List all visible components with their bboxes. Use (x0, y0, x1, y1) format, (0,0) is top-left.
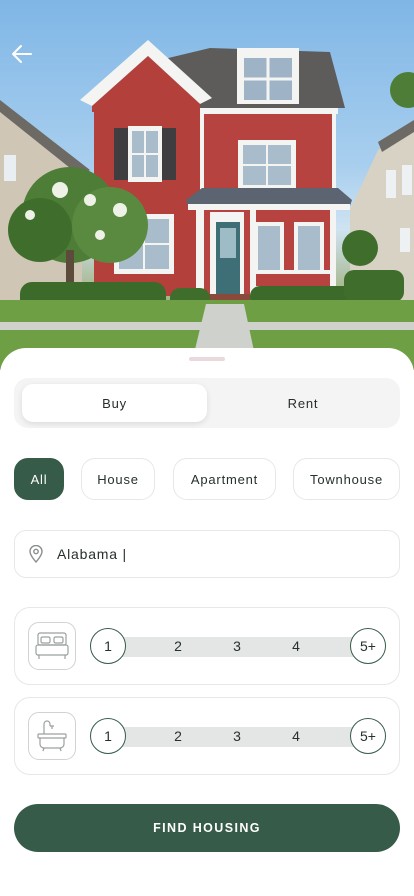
property-type-chips: All House Apartment Townhouse (0, 458, 414, 500)
find-housing-button[interactable]: FIND HOUSING (14, 804, 400, 852)
bed-icon (28, 622, 76, 670)
bathrooms-option-3[interactable]: 3 (219, 718, 255, 754)
back-button[interactable] (10, 42, 38, 70)
bathtub-icon (28, 712, 76, 760)
tab-rent[interactable]: Rent (210, 384, 396, 422)
bedrooms-option-3[interactable]: 3 (219, 628, 255, 664)
location-pin-icon (27, 545, 45, 563)
bathrooms-option-2[interactable]: 2 (160, 718, 196, 754)
bathrooms-option-1[interactable]: 1 (90, 718, 126, 754)
chip-all[interactable]: All (14, 458, 64, 500)
chip-townhouse[interactable]: Townhouse (293, 458, 400, 500)
bathrooms-selector: 1 2 3 4 5+ (14, 697, 400, 775)
chip-house[interactable]: House (81, 458, 155, 500)
tab-buy[interactable]: Buy (22, 384, 207, 422)
bedrooms-selector: 1 2 3 4 5+ (14, 607, 400, 685)
buy-rent-toggle: Buy Rent (14, 378, 400, 428)
chip-apartment[interactable]: Apartment (173, 458, 276, 500)
bathrooms-option-4[interactable]: 4 (278, 718, 314, 754)
search-filter-sheet: Buy Rent All House Apartment Townhouse A… (0, 348, 414, 896)
house-illustration (0, 40, 414, 370)
location-input[interactable] (57, 546, 377, 562)
sheet-drag-handle[interactable] (189, 357, 225, 361)
arrow-left-icon (12, 45, 32, 63)
bathrooms-option-5plus[interactable]: 5+ (350, 718, 386, 754)
bedrooms-option-5plus[interactable]: 5+ (350, 628, 386, 664)
bedrooms-option-2[interactable]: 2 (160, 628, 196, 664)
bedrooms-option-1[interactable]: 1 (90, 628, 126, 664)
location-field[interactable] (14, 530, 400, 578)
bedrooms-option-4[interactable]: 4 (278, 628, 314, 664)
hero-image (0, 0, 414, 370)
